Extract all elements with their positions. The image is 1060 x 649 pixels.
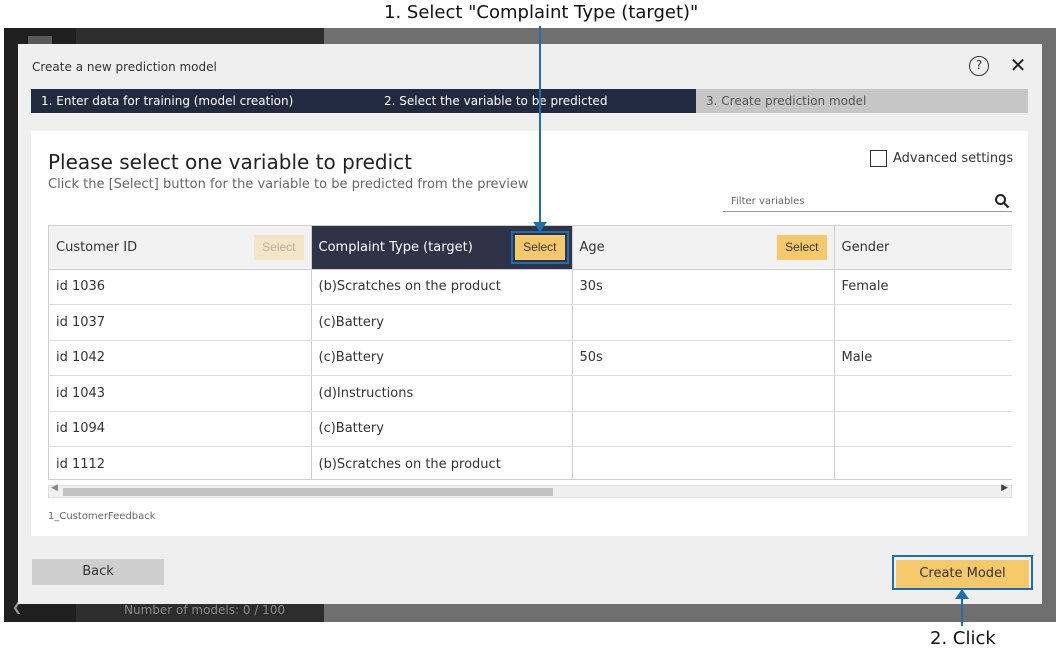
instruction-text: Click the [Select] button for the variab… bbox=[48, 177, 529, 192]
advanced-settings-toggle[interactable]: Advanced settings bbox=[870, 150, 1013, 167]
column-name: Gender bbox=[841, 239, 890, 255]
advanced-settings-label: Advanced settings bbox=[893, 151, 1014, 166]
annotation-step-2: 2. Click bbox=[930, 628, 996, 649]
table-cell: 50s bbox=[572, 340, 835, 376]
annotation-step-1: 1. Select "Complaint Type (target)" bbox=[384, 2, 699, 23]
table-cell bbox=[572, 411, 835, 447]
back-button[interactable]: Back bbox=[32, 559, 164, 585]
table-cell: id 1112 bbox=[49, 446, 312, 479]
table-cell bbox=[834, 411, 1012, 447]
help-icon[interactable]: ? bbox=[969, 56, 989, 76]
horizontal-scrollbar[interactable]: ◀ ▶ bbox=[48, 483, 1012, 498]
callout-line-2 bbox=[961, 598, 963, 626]
table-cell bbox=[572, 375, 835, 412]
table-cell bbox=[834, 375, 1012, 412]
table-cell bbox=[834, 446, 1012, 479]
table-cell: Male bbox=[834, 340, 1012, 376]
column-name: Age bbox=[579, 239, 605, 255]
table-cell: (c)Battery bbox=[311, 411, 573, 447]
table-row: id 1042 (c)Battery 50s Male bbox=[49, 340, 1012, 376]
table-cell: 30s bbox=[572, 269, 835, 305]
filter-variables-box bbox=[723, 192, 1012, 212]
table-cell bbox=[572, 304, 835, 341]
table-cell bbox=[834, 304, 1012, 341]
dataset-name: 1_CustomerFeedback bbox=[48, 511, 156, 522]
close-icon[interactable]: ✕ bbox=[1008, 53, 1028, 77]
table-cell: (b)Scratches on the product bbox=[311, 446, 573, 479]
step-create-model: 3. Create prediction model bbox=[696, 89, 1028, 113]
table-header-row: Customer ID Select Complaint Type (targe… bbox=[49, 226, 1012, 270]
select-complaint-type-button[interactable]: Select bbox=[511, 230, 569, 264]
create-model-highlight bbox=[892, 555, 1033, 590]
table-cell: id 1042 bbox=[49, 340, 312, 376]
advanced-settings-checkbox[interactable] bbox=[870, 150, 887, 167]
callout-arrow-1 bbox=[533, 222, 547, 232]
table-cell: id 1037 bbox=[49, 304, 312, 341]
scrollbar-thumb[interactable] bbox=[63, 488, 553, 496]
column-header-complaint-type: Complaint Type (target) Select bbox=[311, 226, 573, 270]
step-select-variable: 2. Select the variable to be predicted bbox=[364, 89, 709, 113]
column-header-gender: Gender bbox=[834, 226, 1012, 270]
filter-variables-input[interactable] bbox=[723, 192, 991, 211]
column-name: Customer ID bbox=[56, 239, 138, 255]
column-name: Complaint Type (target) bbox=[318, 239, 473, 255]
variable-selection-panel: Please select one variable to predict Cl… bbox=[31, 131, 1028, 536]
table-cell bbox=[572, 446, 835, 479]
table-row: id 1094 (c)Battery bbox=[49, 411, 1012, 447]
column-header-customer-id: Customer ID Select bbox=[49, 226, 312, 270]
data-preview-table: Customer ID Select Complaint Type (targe… bbox=[48, 225, 1012, 480]
column-header-age: Age Select bbox=[572, 226, 835, 270]
select-age-button[interactable]: Select bbox=[777, 234, 827, 260]
table-cell: (d)Instructions bbox=[311, 375, 573, 412]
table-cell: (c)Battery bbox=[311, 340, 573, 376]
table-cell: (c)Battery bbox=[311, 304, 573, 341]
table-row: id 1112 (b)Scratches on the product bbox=[49, 446, 1012, 479]
table-row: id 1037 (c)Battery bbox=[49, 304, 1012, 341]
page-title: Please select one variable to predict bbox=[48, 150, 412, 174]
select-customer-id-button[interactable]: Select bbox=[254, 234, 304, 260]
model-count: Number of models: 0 / 100 bbox=[124, 603, 286, 617]
table-row: id 1036 (b)Scratches on the product 30s Fem… bbox=[49, 269, 1012, 305]
table-cell: id 1036 bbox=[49, 269, 312, 305]
create-model-dialog: Create a new prediction model ? ✕ 1. Ent… bbox=[18, 44, 1042, 604]
dialog-title: Create a new prediction model bbox=[32, 60, 217, 74]
callout-line-1 bbox=[539, 26, 541, 226]
step-enter-data: 1. Enter data for training (model creati… bbox=[31, 89, 376, 113]
scroll-left-icon[interactable]: ◀ bbox=[51, 483, 58, 493]
scroll-right-icon[interactable]: ▶ bbox=[1001, 483, 1008, 493]
table-cell: (b)Scratches on the product bbox=[311, 269, 573, 305]
table-row: id 1043 (d)Instructions bbox=[49, 375, 1012, 412]
search-icon[interactable] bbox=[994, 193, 1010, 209]
table-cell: Female bbox=[834, 269, 1012, 305]
table-cell: id 1094 bbox=[49, 411, 312, 447]
table-cell: id 1043 bbox=[49, 375, 312, 412]
